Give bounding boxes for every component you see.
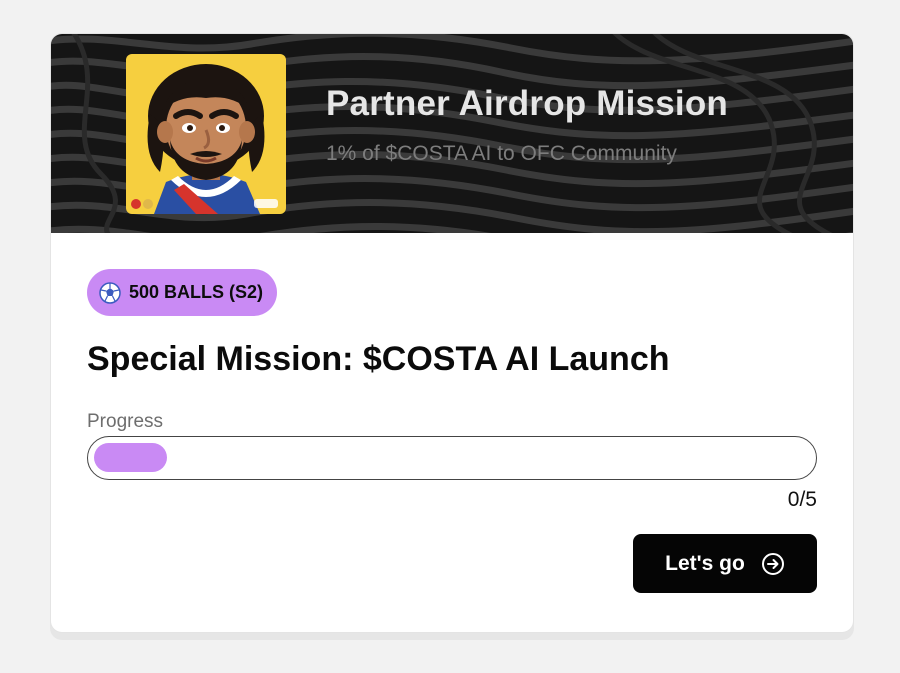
banner-title: Partner Airdrop Mission (326, 84, 728, 123)
mission-card: Partner Airdrop Mission 1% of $COSTA AI … (50, 33, 854, 633)
reward-badge-label: 500 BALLS (S2) (129, 282, 264, 302)
lets-go-button-label: Let's go (665, 551, 745, 575)
soccer-ball-icon (99, 281, 121, 304)
mission-title: Special Mission: $COSTA AI Launch (87, 340, 670, 378)
mission-banner: Partner Airdrop Mission 1% of $COSTA AI … (51, 34, 853, 233)
progress-bar-fill (94, 443, 167, 472)
progress-bar (87, 436, 817, 480)
costa-avatar-image (126, 54, 286, 214)
banner-subtitle: 1% of $COSTA AI to OFC Community (326, 142, 677, 165)
progress-count: 0/5 (787, 488, 817, 511)
reward-badge: 500 BALLS (S2) (87, 269, 278, 316)
costa-character-icon (131, 64, 278, 214)
arrow-right-circle-icon (761, 552, 785, 576)
progress-label: Progress (87, 411, 164, 432)
lets-go-button[interactable]: Let's go (633, 534, 817, 593)
